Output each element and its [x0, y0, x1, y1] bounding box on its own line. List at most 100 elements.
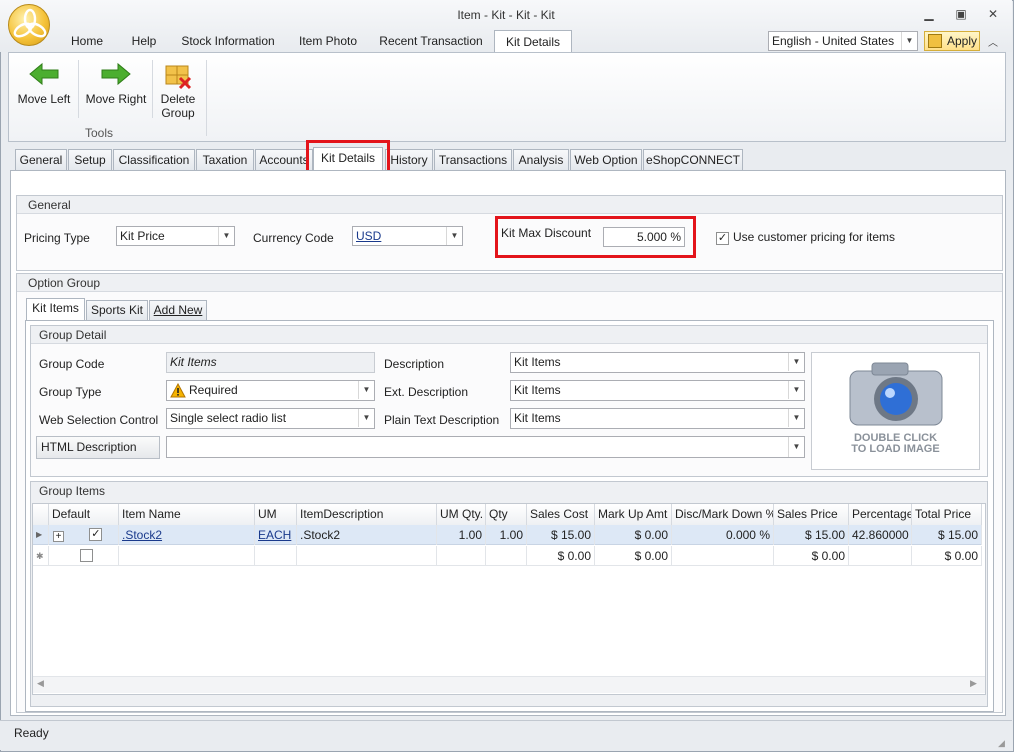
minimize-icon[interactable]: ▁ [918, 6, 940, 22]
sales-cost-cell[interactable]: $ 15.00 [527, 525, 595, 545]
total-price-cell[interactable]: $ 15.00 [912, 525, 982, 545]
tab-transactions[interactable]: Transactions [434, 149, 512, 170]
new-description-cell[interactable] [297, 546, 437, 566]
subtab-sports-kit[interactable]: Sports Kit [86, 300, 148, 320]
move-left-label: Move Left [17, 92, 71, 106]
close-icon[interactable]: ✕ [982, 6, 1004, 22]
tab-general[interactable]: General [15, 149, 67, 170]
new-total-price-cell[interactable]: $ 0.00 [912, 546, 982, 566]
col-disc-markdown[interactable]: Disc/Mark Down % [672, 504, 774, 525]
percentage-cell[interactable]: 42.860000 [849, 525, 912, 545]
group-detail-header: Group Detail [39, 328, 107, 342]
ribbon-divider [152, 60, 153, 118]
sales-price-cell[interactable]: $ 15.00 [774, 525, 849, 545]
col-um[interactable]: UM [255, 504, 297, 525]
markup-cell[interactable]: $ 0.00 [595, 525, 672, 545]
move-right-button[interactable]: Move Right [82, 60, 150, 114]
plain-text-select[interactable]: Kit Items ▼ [510, 408, 805, 429]
description-label: Description [384, 357, 445, 371]
ribbon-tab-kit-details[interactable]: Kit Details [494, 30, 572, 53]
ext-description-value: Kit Items [514, 383, 561, 397]
new-default-checkbox[interactable] [80, 549, 93, 562]
pricing-type-label: Pricing Type [24, 231, 90, 245]
scroll-left-icon[interactable]: ◀ [37, 678, 44, 689]
description-select[interactable]: Kit Items ▼ [510, 352, 805, 373]
new-um-qty-cell[interactable] [437, 546, 486, 566]
tab-classification[interactable]: Classification [113, 149, 195, 170]
pricing-type-select[interactable]: Kit Price ▼ [116, 226, 235, 246]
disc-cell[interactable]: 0.000 % [672, 525, 774, 545]
web-selection-select[interactable]: Single select radio list ▼ [166, 408, 375, 429]
col-default[interactable]: Default [49, 504, 119, 525]
delete-group-button[interactable]: Delete Group [156, 60, 200, 122]
group-code-field: Kit Items [166, 352, 375, 373]
new-sales-price-cell[interactable]: $ 0.00 [774, 546, 849, 566]
tab-analysis[interactable]: Analysis [513, 149, 569, 170]
group-type-select[interactable]: Required ▼ [166, 380, 375, 401]
ribbon-tab-help[interactable]: Help [124, 30, 164, 52]
apply-button[interactable]: Apply [924, 31, 980, 51]
ribbon-tab-stock-information[interactable]: Stock Information [176, 30, 280, 52]
delete-group-label-1: Delete [160, 92, 196, 106]
item-description-cell[interactable]: .Stock2 [297, 525, 437, 545]
new-um-cell[interactable] [255, 546, 297, 566]
tab-web-option[interactable]: Web Option [570, 149, 642, 170]
col-markup-amt[interactable]: Mark Up Amt [595, 504, 672, 525]
new-percentage-cell[interactable] [849, 546, 912, 566]
subtab-add-new[interactable]: Add New [149, 300, 207, 320]
resize-grip-icon[interactable]: ◢ [998, 738, 1005, 749]
kit-max-discount-input[interactable]: 5.000 % [603, 227, 685, 247]
tab-accounts[interactable]: Accounts [255, 149, 313, 170]
general-header: General [28, 198, 71, 212]
ribbon-tab-item-photo[interactable]: Item Photo [292, 30, 364, 52]
tab-eshopconnect[interactable]: eShopCONNECT [643, 149, 743, 170]
col-percentage[interactable]: Percentage [849, 504, 912, 525]
group-image-box[interactable]: DOUBLE CLICK TO LOAD IMAGE [811, 352, 980, 470]
tools-group-label: Tools [85, 126, 114, 140]
ribbon-tab-home[interactable]: Home [64, 30, 110, 52]
subtab-kit-items[interactable]: Kit Items [26, 298, 85, 321]
scroll-right-icon[interactable]: ▶ [970, 678, 977, 689]
expand-icon[interactable]: + [53, 531, 64, 542]
chevron-down-icon: ▼ [788, 353, 804, 371]
ribbon-tab-recent-transaction[interactable]: Recent Transaction [376, 30, 486, 52]
chevron-down-icon: ▼ [788, 409, 804, 427]
new-qty-cell[interactable] [486, 546, 527, 566]
col-item-name[interactable]: Item Name [119, 504, 255, 525]
new-row-icon: ✱ [33, 546, 49, 566]
item-name-cell[interactable]: .Stock2 [119, 525, 255, 545]
col-qty[interactable]: Qty [486, 504, 527, 525]
chevron-down-icon: ▼ [901, 32, 917, 50]
col-sales-cost[interactable]: Sales Cost [527, 504, 595, 525]
um-cell[interactable]: EACH [255, 525, 297, 545]
ext-description-select[interactable]: Kit Items ▼ [510, 380, 805, 401]
col-total-price[interactable]: Total Price [912, 504, 982, 525]
tab-history[interactable]: History [385, 149, 433, 170]
restore-icon[interactable]: ▣ [950, 6, 972, 22]
horizontal-scrollbar[interactable] [33, 676, 985, 693]
currency-code-label: Currency Code [253, 231, 334, 245]
tab-setup[interactable]: Setup [68, 149, 112, 170]
html-description-select[interactable]: ▼ [166, 436, 805, 458]
new-sales-cost-cell[interactable]: $ 0.00 [527, 546, 595, 566]
move-left-button[interactable]: Move Left [14, 60, 74, 114]
new-disc-cell[interactable] [672, 546, 774, 566]
collapse-ribbon-icon[interactable]: ︿ [988, 34, 998, 49]
arrow-left-icon [29, 62, 59, 86]
new-markup-cell[interactable]: $ 0.00 [595, 546, 672, 566]
um-qty-cell[interactable]: 1.00 [437, 525, 486, 545]
chevron-down-icon: ▼ [358, 409, 374, 427]
col-item-description[interactable]: ItemDescription [297, 504, 437, 525]
tab-taxation[interactable]: Taxation [196, 149, 254, 170]
new-item-name-cell[interactable] [119, 546, 255, 566]
qty-cell[interactable]: 1.00 [486, 525, 527, 545]
default-checkbox[interactable]: ✓ [89, 528, 103, 541]
plain-text-label: Plain Text Description [384, 413, 500, 427]
currency-code-select[interactable]: USD ▼ [352, 226, 463, 246]
use-customer-pricing-checkbox[interactable]: ✓ [716, 230, 729, 245]
col-um-qty[interactable]: UM Qty. [437, 504, 486, 525]
html-description-button[interactable]: HTML Description [36, 436, 160, 459]
col-sales-price[interactable]: Sales Price [774, 504, 849, 525]
currency-code-value[interactable]: USD [356, 229, 381, 243]
language-select[interactable]: English - United States ▼ [768, 31, 918, 51]
